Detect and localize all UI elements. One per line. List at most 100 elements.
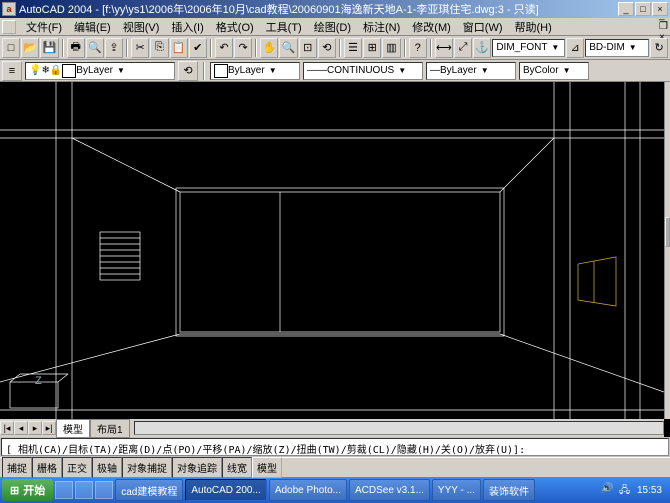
menu-window[interactable]: 窗口(W) [457,18,509,36]
copy-icon[interactable]: ⎘ [150,38,168,58]
zoom-window-icon[interactable]: ⊡ [299,38,317,58]
status-ortho[interactable]: 正交 [62,457,92,478]
layer-combo[interactable]: 💡 ❄ 🔒 ByLayer ▼ [25,62,175,80]
toolpalettes-icon[interactable]: ▥ [382,38,400,58]
menu-insert[interactable]: 插入(I) [165,18,209,36]
status-osnap[interactable]: 对象捕捉 [122,457,172,478]
ucs-z-label: Z [35,375,42,387]
titlebar: a AutoCAD 2004 - [f:\yy\ys1\2006年\2006年1… [0,0,670,18]
windows-taskbar: ⊞ 开始 cad建模教程 AutoCAD 200... Adobe Photo.… [0,477,670,503]
freeze-icon: ❄ [41,65,49,76]
dimstyle-combo[interactable]: DIM_FONT▼ [492,39,565,57]
system-tray: 🔊 🖧 15:53 [595,483,668,497]
menu-edit[interactable]: 编辑(E) [68,18,117,36]
taskbar-item-cad-tutorial[interactable]: cad建模教程 [115,479,183,501]
tab-next-button[interactable]: ▸ [28,421,42,435]
horizontal-scrollbar[interactable] [134,421,664,435]
lightbulb-icon: 💡 [29,65,41,76]
help-icon[interactable]: ? [409,38,427,58]
save-icon[interactable]: 💾 [40,38,58,58]
linetype-combo[interactable]: —— CONTINUOUS▼ [303,62,423,80]
properties-icon[interactable]: ☰ [344,38,362,58]
menu-file[interactable]: 文件(F) [20,18,68,36]
menu-tools[interactable]: 工具(T) [260,18,308,36]
vertical-scrollbar[interactable] [664,82,670,419]
tab-scroll-row: |◂ ◂ ▸ ▸| 模型 布局1 [0,419,664,437]
tray-clock[interactable]: 15:53 [637,485,662,496]
new-icon[interactable]: □ [2,38,20,58]
status-lwt[interactable]: 线宽 [222,457,252,478]
dim-anchor-icon[interactable]: ⚓ [473,38,491,58]
zoom-realtime-icon[interactable]: 🔍 [279,38,297,58]
lineweight-combo[interactable]: — ByLayer▼ [426,62,516,80]
quicklaunch-ie-icon[interactable] [55,481,73,499]
statusbar: 捕捉 栅格 正交 极轴 对象捕捉 对象追踪 线宽 模型 [0,457,670,477]
windows-logo-icon: ⊞ [10,484,19,497]
dim-aligned-icon[interactable]: ⤢ [454,38,472,58]
menu-dimension[interactable]: 标注(N) [357,18,406,36]
menu-help[interactable]: 帮助(H) [509,18,558,36]
layer-previous-icon[interactable]: ⟲ [178,61,198,81]
mdi-restore-button[interactable]: ❐ [659,21,668,32]
plotstyle-combo[interactable]: ByColor▼ [519,62,589,80]
dim-update-icon[interactable]: ↻ [650,38,668,58]
taskbar-item-autocad[interactable]: AutoCAD 200... [185,479,266,501]
matchprop-icon[interactable]: ✔ [189,38,207,58]
quicklaunch-app-icon[interactable] [95,481,113,499]
dim-linear-icon[interactable]: ⟷ [435,38,453,58]
taskbar-item-decor[interactable]: 装饰软件 [483,479,535,501]
color-swatch [214,64,228,78]
start-button[interactable]: ⊞ 开始 [2,479,53,501]
print-icon[interactable]: 🖶 [67,38,85,58]
status-otrack[interactable]: 对象追踪 [172,457,222,478]
scrollbar-thumb[interactable] [665,217,670,247]
dimstyle2-combo[interactable]: BD-DIM▼ [585,39,649,57]
quicklaunch-desktop-icon[interactable] [75,481,93,499]
status-grid[interactable]: 栅格 [32,457,62,478]
tray-volume-icon[interactable]: 🔊 [601,483,615,497]
color-combo[interactable]: ByLayer▼ [210,62,300,80]
standard-toolbar: □ 📂 💾 🖶 🔍 ⇪ ✂ ⎘ 📋 ✔ ↶ ↷ ✋ 🔍 ⊡ ⟲ ☰ ⊞ ▥ ? … [0,36,670,60]
paste-icon[interactable]: 📋 [170,38,188,58]
command-line[interactable]: [ 相机(CA)/目标(TA)/距离(D)/点(PO)/平移(PA)/缩放(Z)… [1,438,669,456]
status-model[interactable]: 模型 [252,457,282,478]
layer-color-swatch [62,64,76,78]
tab-prev-button[interactable]: ◂ [14,421,28,435]
undo-icon[interactable]: ↶ [215,38,233,58]
menu-view[interactable]: 视图(V) [117,18,166,36]
menu-modify[interactable]: 修改(M) [406,18,457,36]
redo-icon[interactable]: ↷ [234,38,252,58]
taskbar-item-yyy[interactable]: YYY - ... [432,479,481,501]
properties-toolbar: ≡ 💡 ❄ 🔒 ByLayer ▼ ⟲ ByLayer▼ —— CONTINUO… [0,60,670,82]
tab-last-button[interactable]: ▸| [42,421,56,435]
minimize-button[interactable]: _ [618,2,634,16]
taskbar-item-acdsee[interactable]: ACDSee v3.1... [349,479,430,501]
tray-network-icon[interactable]: 🖧 [619,483,633,497]
maximize-button[interactable]: □ [635,2,651,16]
status-snap[interactable]: 捕捉 [2,457,32,478]
window-title: AutoCAD 2004 - [f:\yy\ys1\2006年\2006年10月… [19,1,618,17]
cut-icon[interactable]: ✂ [131,38,149,58]
tab-model[interactable]: 模型 [56,419,90,438]
preview-icon[interactable]: 🔍 [86,38,104,58]
tab-layout1[interactable]: 布局1 [90,419,130,438]
menu-format[interactable]: 格式(O) [210,18,260,36]
layer-manager-icon[interactable]: ≡ [2,61,22,81]
app-icon: a [2,2,16,16]
status-polar[interactable]: 极轴 [92,457,122,478]
taskbar-item-photoshop[interactable]: Adobe Photo... [269,479,347,501]
model-viewport[interactable]: Z [0,82,664,419]
zoom-previous-icon[interactable]: ⟲ [318,38,336,58]
layer-name: ByLayer [76,65,113,76]
mdi-icon[interactable] [2,20,16,34]
viewport-area: Z |◂ ◂ ▸ ▸| 模型 布局1 [0,82,670,437]
menubar: 文件(F) 编辑(E) 视图(V) 插入(I) 格式(O) 工具(T) 绘图(D… [0,18,670,36]
mdi-minimize-button[interactable]: _ [659,10,668,21]
menu-draw[interactable]: 绘图(D) [308,18,357,36]
dim-tool-icon[interactable]: ⊿ [566,38,584,58]
open-icon[interactable]: 📂 [21,38,39,58]
designcenter-icon[interactable]: ⊞ [363,38,381,58]
tab-first-button[interactable]: |◂ [0,421,14,435]
publish-icon[interactable]: ⇪ [105,38,123,58]
pan-icon[interactable]: ✋ [260,38,278,58]
